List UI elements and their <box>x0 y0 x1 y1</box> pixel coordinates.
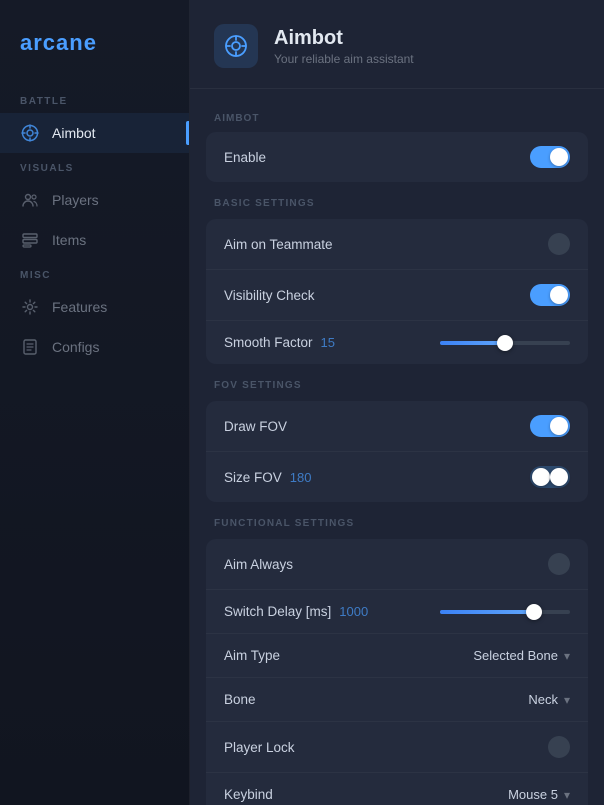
sidebar: arcane BATTLE Aimbot VISUALS Players <box>0 0 190 805</box>
aim-type-arrow: ▾ <box>564 649 570 663</box>
bone-arrow: ▾ <box>564 693 570 707</box>
aim-type-dropdown[interactable]: Selected Bone ▾ <box>473 648 570 663</box>
configs-icon <box>20 337 40 357</box>
sidebar-item-configs-label: Configs <box>52 339 99 355</box>
switch-delay-thumb[interactable] <box>526 604 542 620</box>
sidebar-item-items-label: Items <box>52 232 86 248</box>
enable-row: Enable <box>206 132 588 182</box>
page-header: Aimbot Your reliable aim assistant <box>190 0 604 89</box>
aim-type-label: Aim Type <box>224 648 280 663</box>
smooth-factor-slider-container <box>410 341 570 345</box>
draw-fov-label: Draw FOV <box>224 419 287 434</box>
bone-value: Neck <box>528 692 558 707</box>
smooth-factor-thumb[interactable] <box>497 335 513 351</box>
visibility-check-row: Visibility Check <box>206 270 588 321</box>
keybind-dropdown[interactable]: Mouse 5 ▾ <box>508 787 570 802</box>
smooth-factor-label: Smooth Factor 15 <box>224 335 335 350</box>
logo-area: arcane <box>0 20 189 86</box>
draw-fov-row: Draw FOV <box>206 401 588 452</box>
section-label-visuals: VISUALS <box>0 163 189 174</box>
page-subtitle: Your reliable aim assistant <box>274 52 414 66</box>
keybind-value: Mouse 5 <box>508 787 558 802</box>
enable-label: Enable <box>224 150 266 165</box>
sidebar-item-aimbot-label: Aimbot <box>52 125 96 141</box>
switch-delay-slider[interactable] <box>440 610 570 614</box>
fov-settings-label: FOV Settings <box>190 368 604 397</box>
player-lock-label: Player Lock <box>224 740 295 755</box>
keybind-label: Keybind <box>224 787 273 802</box>
functional-settings-group: Aim Always Switch Delay [ms] 1000 Aim Ty… <box>206 539 588 805</box>
smooth-factor-slider[interactable] <box>440 341 570 345</box>
page-title: Aimbot <box>274 27 414 50</box>
fov-settings-group: Draw FOV Size FOV 180 <box>206 401 588 502</box>
aimbot-icon <box>20 123 40 143</box>
draw-fov-toggle[interactable] <box>530 415 570 437</box>
enable-group: Enable <box>206 132 588 182</box>
basic-settings-label: Basic Settings <box>190 186 604 215</box>
aim-on-teammate-label: Aim on Teammate <box>224 237 333 252</box>
settings-content: Aimbot Enable Basic Settings Aim on Team… <box>190 89 604 805</box>
size-fov-toggle[interactable] <box>530 466 570 488</box>
section-label-misc: MISC <box>0 270 189 281</box>
bone-row: Bone Neck ▾ <box>206 678 588 722</box>
main-panel: Aimbot Your reliable aim assistant Aimbo… <box>190 0 604 805</box>
sidebar-item-items[interactable]: Items <box>0 220 189 260</box>
switch-delay-label: Switch Delay [ms] 1000 <box>224 604 368 619</box>
aim-type-row: Aim Type Selected Bone ▾ <box>206 634 588 678</box>
aim-on-teammate-toggle[interactable] <box>548 233 570 255</box>
size-fov-value: 180 <box>290 470 312 485</box>
keybind-arrow: ▾ <box>564 788 570 802</box>
player-lock-toggle[interactable] <box>548 736 570 758</box>
sidebar-item-players-label: Players <box>52 192 99 208</box>
size-fov-label: Size FOV 180 <box>224 470 311 485</box>
sidebar-item-players[interactable]: Players <box>0 180 189 220</box>
switch-delay-fill <box>440 610 534 614</box>
smooth-factor-value: 15 <box>321 335 335 350</box>
aim-type-value: Selected Bone <box>473 648 558 663</box>
visibility-check-toggle[interactable] <box>530 284 570 306</box>
bone-dropdown[interactable]: Neck ▾ <box>528 692 570 707</box>
features-icon <box>20 297 40 317</box>
switch-delay-row: Switch Delay [ms] 1000 <box>206 590 588 634</box>
sidebar-item-aimbot[interactable]: Aimbot <box>0 113 189 153</box>
sidebar-item-features[interactable]: Features <box>0 287 189 327</box>
switch-delay-slider-container <box>410 610 570 614</box>
player-lock-row: Player Lock <box>206 722 588 773</box>
functional-settings-label: Functional Settings <box>190 506 604 535</box>
visibility-check-label: Visibility Check <box>224 288 315 303</box>
header-icon <box>214 24 258 68</box>
sidebar-item-configs[interactable]: Configs <box>0 327 189 367</box>
section-label-battle: BATTLE <box>0 96 189 107</box>
enable-toggle[interactable] <box>530 146 570 168</box>
aim-always-toggle[interactable] <box>548 553 570 575</box>
smooth-factor-row: Smooth Factor 15 <box>206 321 588 364</box>
basic-settings-group: Aim on Teammate Visibility Check Smooth … <box>206 219 588 364</box>
aim-always-label: Aim Always <box>224 557 293 572</box>
aimbot-section-label: Aimbot <box>190 105 604 128</box>
smooth-factor-fill <box>440 341 505 345</box>
sidebar-item-features-label: Features <box>52 299 107 315</box>
bone-label: Bone <box>224 692 256 707</box>
logo: arcane <box>20 30 97 55</box>
aim-always-row: Aim Always <box>206 539 588 590</box>
size-fov-row: Size FOV 180 <box>206 452 588 502</box>
items-icon <box>20 230 40 250</box>
players-icon <box>20 190 40 210</box>
keybind-row: Keybind Mouse 5 ▾ <box>206 773 588 805</box>
header-text: Aimbot Your reliable aim assistant <box>274 27 414 66</box>
switch-delay-value: 1000 <box>339 604 368 619</box>
aim-on-teammate-row: Aim on Teammate <box>206 219 588 270</box>
